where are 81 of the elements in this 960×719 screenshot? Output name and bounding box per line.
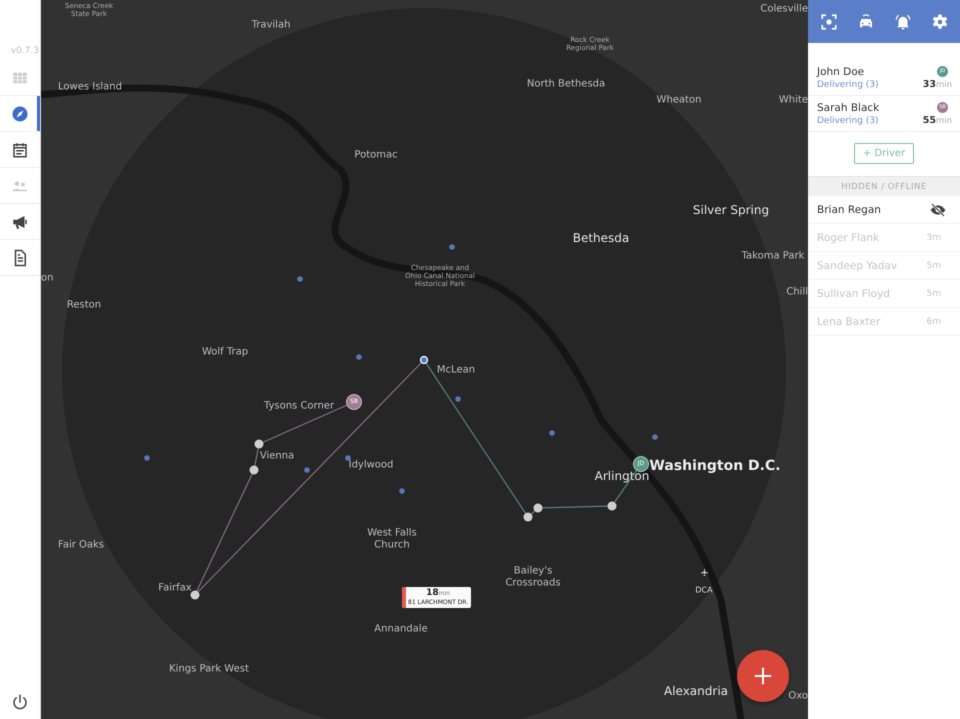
eta-label: 55min	[922, 115, 952, 126]
place-label: Alexandria	[664, 685, 728, 699]
place-label: Bethesda	[572, 232, 630, 246]
last-seen-label: 6m	[926, 316, 941, 326]
place-label: Annandale	[374, 623, 428, 635]
place-label: McLean	[436, 364, 476, 376]
place-label: Idylwood	[348, 459, 394, 471]
compass-icon	[11, 104, 29, 122]
stop-dot	[190, 590, 200, 600]
driver-name: Lena Baxter	[817, 316, 880, 328]
place-label: North Bethesda	[526, 78, 606, 90]
place-label: Potomac	[354, 149, 398, 161]
focus-icon	[820, 12, 838, 30]
section-header: HIDDEN / OFFLINE	[808, 176, 960, 196]
place-label: Kings Park West	[169, 663, 249, 675]
last-seen-label: 5m	[926, 260, 941, 270]
place-label: Chill	[786, 286, 808, 298]
place-label: West Falls Church	[367, 528, 417, 550]
location-dot	[449, 244, 455, 250]
place-label: Vienna	[260, 450, 294, 462]
last-seen-label: 5m	[926, 288, 941, 298]
place-label: Washington D.C.	[649, 458, 781, 474]
stop-dot	[254, 440, 264, 448]
driver-status: Delivering (3)	[817, 116, 880, 126]
location-dot	[652, 434, 658, 440]
place-label: on	[41, 272, 54, 284]
eta-label: 33min	[922, 79, 952, 90]
place-label: Colesville	[760, 3, 808, 15]
place-label: Fairfax	[158, 582, 192, 594]
location-dot	[455, 396, 461, 402]
place-label: White	[778, 94, 808, 106]
driver-row[interactable]: Roger Flank 3m	[808, 224, 960, 252]
place-label: Reston	[66, 299, 102, 311]
location-dot	[304, 467, 310, 473]
driver-name: Sullivan Floyd	[817, 288, 890, 300]
place-label: Wolf Trap	[202, 346, 248, 358]
place-label: Oxo	[788, 690, 808, 702]
location-dot	[549, 430, 555, 436]
settings-icon	[930, 12, 948, 30]
location-dot	[399, 488, 405, 494]
add-button[interactable]	[737, 650, 789, 702]
driver-name: Sandeep Yadav	[817, 260, 898, 272]
place-label: Tysons Corner	[264, 400, 334, 412]
stop-dot	[524, 512, 532, 522]
last-seen-label: 3m	[926, 232, 941, 242]
location-dot	[356, 354, 362, 360]
add-driver-button[interactable]: + Driver	[854, 143, 914, 164]
driver-name: Sarah Black	[817, 102, 880, 114]
driver-name: Brian Regan	[817, 204, 881, 216]
version-label: v0.7.3	[10, 45, 40, 58]
place-label: Wheaton	[656, 94, 702, 106]
plus-icon	[752, 665, 774, 687]
place-label: Silver Spring	[692, 204, 770, 218]
location-dot	[345, 455, 351, 461]
place-label: Fair Oaks	[58, 539, 104, 551]
location-dot	[144, 455, 150, 461]
location-dot	[297, 276, 303, 282]
nav-item[interactable]	[0, 96, 40, 132]
origin-dot	[420, 356, 428, 364]
driver-row[interactable]: Brian Regan	[808, 196, 960, 224]
place-label: DCA	[695, 585, 713, 595]
driver-row[interactable]: Lena Baxter 6m	[808, 308, 960, 336]
stop-dot	[250, 466, 258, 474]
driver-name: John Doe	[817, 66, 866, 78]
eye-off-icon	[930, 202, 946, 218]
power-icon	[11, 693, 29, 711]
driver-row[interactable]: Sandeep Yadav 5m	[808, 252, 960, 280]
bell-icon	[894, 12, 912, 30]
place-label: Bailey's Crossroads	[505, 566, 561, 588]
driver-row[interactable]: Sullivan Floyd 5m	[808, 280, 960, 308]
stop-dot	[608, 502, 616, 510]
driver-status: Delivering (3)	[817, 80, 879, 90]
place-label: Arlington	[594, 470, 650, 484]
driver-name: Roger Flank	[817, 232, 880, 244]
airplane-icon	[700, 568, 708, 577]
place-label: Travilah	[252, 19, 290, 31]
place-label: Lowes Island	[58, 81, 122, 93]
stop-dot	[534, 504, 542, 512]
place-label: Takoma Park	[742, 250, 804, 262]
priority-bar	[402, 587, 406, 608]
calendar-icon	[11, 140, 29, 158]
